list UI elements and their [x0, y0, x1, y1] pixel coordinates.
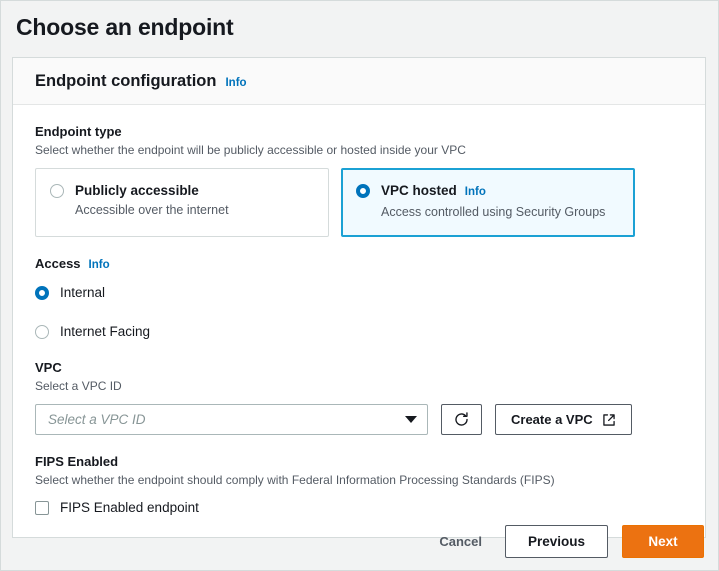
tile-text: Publicly accessible Accessible over the … — [75, 182, 229, 221]
vpc-controls-row: Select a VPC ID Create a VPC — [35, 404, 683, 435]
vpc-select[interactable]: Select a VPC ID — [35, 404, 428, 435]
refresh-button[interactable] — [441, 404, 482, 435]
radio-internet-facing[interactable] — [35, 325, 49, 339]
cancel-button[interactable]: Cancel — [430, 534, 491, 549]
access-option-internet-facing[interactable]: Internet Facing — [35, 323, 683, 341]
access-info-link[interactable]: Info — [89, 256, 110, 274]
chevron-down-icon — [405, 416, 417, 423]
endpoint-type-label: Endpoint type — [35, 124, 122, 139]
access-group: Access Info Internal Internet Facing — [35, 255, 683, 341]
radio-internal[interactable] — [35, 286, 49, 300]
card-body: Endpoint type Select whether the endpoin… — [13, 105, 705, 537]
endpoint-type-options: Publicly accessible Accessible over the … — [35, 168, 683, 237]
endpoint-type-option-publicly-accessible[interactable]: Publicly accessible Accessible over the … — [35, 168, 329, 237]
access-label-text: Access — [35, 256, 81, 271]
fips-description: Select whether the endpoint should compl… — [35, 473, 555, 487]
create-a-vpc-label: Create a VPC — [511, 412, 593, 427]
vpc-group: VPC Select a VPC ID Select a VPC ID Crea… — [35, 359, 683, 435]
access-label: Access Info — [35, 255, 683, 274]
vpc-description: Select a VPC ID — [35, 379, 122, 393]
fips-group: FIPS Enabled Select whether the endpoint… — [35, 453, 683, 517]
tile-title-label: VPC hosted — [381, 183, 457, 198]
access-option-internal-label: Internal — [60, 285, 106, 300]
access-option-internal[interactable]: Internal — [35, 284, 683, 302]
endpoint-type-group: Endpoint type Select whether the endpoin… — [35, 123, 683, 237]
vpc-hosted-info-link[interactable]: Info — [465, 184, 486, 201]
tile-description: Accessible over the internet — [75, 203, 229, 217]
endpoint-type-option-vpc-hosted[interactable]: VPC hosted Info Access controlled using … — [341, 168, 635, 237]
radio-publicly-accessible[interactable] — [50, 184, 64, 198]
wizard-footer: Cancel Previous Next — [1, 512, 718, 570]
tile-title: VPC hosted Info — [381, 182, 605, 201]
card-header-title: Endpoint configuration — [35, 72, 217, 90]
vpc-select-placeholder: Select a VPC ID — [48, 412, 146, 427]
create-a-vpc-button[interactable]: Create a VPC — [495, 404, 632, 435]
card-header-info-link[interactable]: Info — [225, 77, 246, 89]
endpoint-type-description: Select whether the endpoint will be publ… — [35, 143, 466, 157]
tile-title: Publicly accessible — [75, 182, 229, 199]
next-button[interactable]: Next — [622, 524, 704, 558]
fips-label: FIPS Enabled — [35, 454, 119, 469]
access-option-internet-facing-label: Internet Facing — [60, 324, 151, 339]
card-header: Endpoint configuration Info — [13, 58, 705, 105]
tile-title-label: Publicly accessible — [75, 183, 199, 198]
tile-text: VPC hosted Info Access controlled using … — [381, 182, 605, 221]
tile-description: Access controlled using Security Groups — [381, 205, 606, 219]
endpoint-configuration-card: Endpoint configuration Info Endpoint typ… — [12, 57, 706, 538]
endpoint-wizard-page: Choose an endpoint Endpoint configuratio… — [0, 0, 719, 571]
vpc-label: VPC — [35, 360, 62, 375]
page-title: Choose an endpoint — [16, 14, 234, 40]
previous-button[interactable]: Previous — [505, 524, 608, 558]
external-link-icon — [602, 413, 615, 426]
radio-vpc-hosted[interactable] — [356, 184, 370, 198]
refresh-icon — [455, 412, 468, 426]
